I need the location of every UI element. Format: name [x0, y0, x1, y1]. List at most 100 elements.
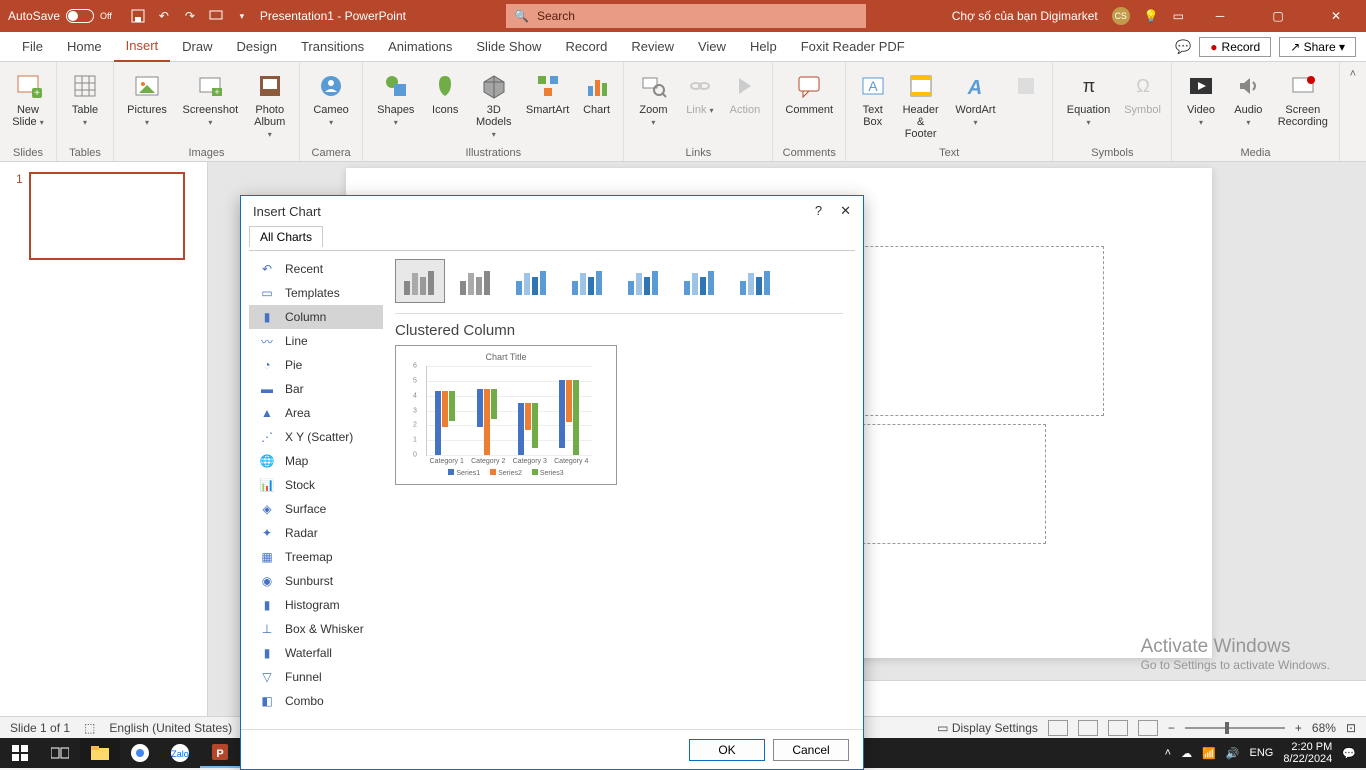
ribbon-[interactable]	[1005, 66, 1046, 145]
account-text[interactable]: Chợ số của bạn Digimarket	[952, 9, 1098, 23]
ribbon-table[interactable]: Table ▾	[63, 66, 107, 145]
chart-category-radar[interactable]: ✦Radar	[249, 521, 383, 545]
ribbon-cameo[interactable]: Cameo ▾	[306, 66, 356, 145]
wifi-icon[interactable]: 📶	[1202, 747, 1216, 760]
column-subtype-3[interactable]	[563, 259, 613, 303]
ok-button[interactable]: OK	[689, 739, 765, 761]
display-settings[interactable]: ▭ Display Settings	[937, 721, 1038, 735]
chart-category-sunburst[interactable]: ◉Sunburst	[249, 569, 383, 593]
dialog-close-button[interactable]: ✕	[840, 203, 851, 219]
share-button[interactable]: ↗ Share ▾	[1279, 37, 1356, 57]
redo-icon[interactable]: ↷	[182, 8, 198, 24]
zoom-percent[interactable]: 68%	[1312, 721, 1336, 735]
tab-animations[interactable]: Animations	[376, 32, 464, 62]
chart-category-column[interactable]: ▮Column	[249, 305, 383, 329]
undo-icon[interactable]: ↶	[156, 8, 172, 24]
tab-design[interactable]: Design	[225, 32, 289, 62]
reading-view-icon[interactable]	[1108, 720, 1128, 736]
ribbon-header-&-footer[interactable]: Header& Footer	[895, 66, 946, 145]
zoom-slider[interactable]	[1185, 727, 1285, 729]
chrome-icon[interactable]	[120, 738, 160, 768]
accessibility-icon[interactable]: ⬚	[84, 721, 95, 735]
tray-chevron-icon[interactable]: ˄	[1165, 747, 1171, 759]
ribbon-smartart[interactable]: SmartArt	[521, 66, 573, 145]
column-subtype-4[interactable]	[619, 259, 669, 303]
maximize-button[interactable]: ▢	[1256, 0, 1300, 32]
cancel-button[interactable]: Cancel	[773, 739, 849, 761]
zoom-out-button[interactable]: −	[1168, 721, 1175, 735]
language-status[interactable]: English (United States)	[109, 721, 232, 735]
column-subtype-1[interactable]	[451, 259, 501, 303]
ribbon-screen-recording[interactable]: ScreenRecording	[1273, 66, 1333, 145]
collapse-ribbon-icon[interactable]: ˄	[1340, 62, 1366, 161]
column-subtype-2[interactable]	[507, 259, 557, 303]
chart-category-bar[interactable]: ▬Bar	[249, 377, 383, 401]
comments-icon[interactable]: 💬	[1175, 39, 1191, 55]
ribbon-equation[interactable]: πEquation ▾	[1059, 66, 1117, 145]
ribbon-pictures[interactable]: Pictures ▾	[120, 66, 174, 145]
ribbon-shapes[interactable]: Shapes ▾	[369, 66, 422, 145]
tab-all-charts[interactable]: All Charts	[249, 226, 323, 247]
chart-category-waterfall[interactable]: ▮Waterfall	[249, 641, 383, 665]
task-view-icon[interactable]	[40, 738, 80, 768]
tab-home[interactable]: Home	[55, 32, 114, 62]
chart-category-combo[interactable]: ◧Combo	[249, 689, 383, 713]
ribbon-icons[interactable]: Icons	[424, 66, 466, 145]
ribbon-display-icon[interactable]: ▭	[1173, 9, 1184, 23]
chart-category-boxwhisker[interactable]: ⊥Box & Whisker	[249, 617, 383, 641]
powerpoint-taskbar-icon[interactable]: P	[200, 738, 240, 768]
chart-category-histogram[interactable]: ▮Histogram	[249, 593, 383, 617]
ribbon-video[interactable]: Video ▾	[1178, 66, 1223, 145]
dialog-help-button[interactable]: ?	[815, 203, 822, 219]
ribbon-text-box[interactable]: ATextBox	[852, 66, 893, 145]
minimize-button[interactable]: ─	[1198, 0, 1242, 32]
ribbon-wordart[interactable]: AWordArt ▾	[948, 66, 1003, 145]
normal-view-icon[interactable]	[1048, 720, 1068, 736]
tab-file[interactable]: File	[10, 32, 55, 62]
chart-category-templates[interactable]: ▭Templates	[249, 281, 383, 305]
present-icon[interactable]	[208, 8, 224, 24]
close-button[interactable]: ✕	[1314, 0, 1358, 32]
volume-icon[interactable]: 🔊	[1226, 747, 1240, 760]
ribbon-zoom[interactable]: Zoom ▾	[630, 66, 676, 145]
tab-review[interactable]: Review	[619, 32, 686, 62]
lightbulb-icon[interactable]: 💡	[1144, 9, 1159, 23]
ribbon-3d-models[interactable]: 3DModels ▾	[468, 66, 519, 145]
toggle-switch-icon[interactable]	[66, 9, 94, 23]
chart-category-map[interactable]: 🌐Map	[249, 449, 383, 473]
ribbon-comment[interactable]: Comment	[779, 66, 839, 145]
chart-category-line[interactable]: 〰Line	[249, 329, 383, 353]
customize-qat-icon[interactable]: ▾	[234, 8, 250, 24]
tab-draw[interactable]: Draw	[170, 32, 224, 62]
chart-category-funnel[interactable]: ▽Funnel	[249, 665, 383, 689]
chart-category-stock[interactable]: 📊Stock	[249, 473, 383, 497]
start-button[interactable]	[0, 738, 40, 768]
chart-category-pie[interactable]: ◔Pie	[249, 353, 383, 377]
chart-category-xyscatter[interactable]: ⋰X Y (Scatter)	[249, 425, 383, 449]
file-explorer-icon[interactable]	[80, 738, 120, 768]
autosave-toggle[interactable]: AutoSave Off	[0, 9, 120, 23]
chart-category-area[interactable]: ▲Area	[249, 401, 383, 425]
tab-record[interactable]: Record	[553, 32, 619, 62]
search-box[interactable]: 🔍 Search	[506, 4, 866, 28]
chart-category-treemap[interactable]: ▦Treemap	[249, 545, 383, 569]
record-button[interactable]: ●Record	[1199, 37, 1271, 57]
ribbon-audio[interactable]: Audio ▾	[1226, 66, 1271, 145]
language-indicator[interactable]: ENG	[1250, 747, 1274, 759]
user-avatar[interactable]: CS	[1112, 7, 1130, 25]
ribbon-new-slide[interactable]: +NewSlide ▾	[6, 66, 50, 145]
chart-preview-thumbnail[interactable]: Chart Title 0123456 Category 1Category 2…	[395, 345, 617, 485]
tab-insert[interactable]: Insert	[114, 32, 171, 62]
tab-foxit[interactable]: Foxit Reader PDF	[789, 32, 917, 62]
tab-view[interactable]: View	[686, 32, 738, 62]
dialog-titlebar[interactable]: Insert Chart ? ✕	[241, 196, 863, 226]
tab-help[interactable]: Help	[738, 32, 789, 62]
onedrive-icon[interactable]: ☁	[1181, 747, 1192, 760]
save-icon[interactable]	[130, 8, 146, 24]
chart-category-surface[interactable]: ◈Surface	[249, 497, 383, 521]
column-subtype-0[interactable]	[395, 259, 445, 303]
ribbon-screenshot[interactable]: +Screenshot ▾	[176, 66, 244, 145]
tab-slideshow[interactable]: Slide Show	[464, 32, 553, 62]
fit-to-window-icon[interactable]: ⊡	[1346, 721, 1356, 735]
slide-thumbnail[interactable]	[29, 172, 185, 260]
